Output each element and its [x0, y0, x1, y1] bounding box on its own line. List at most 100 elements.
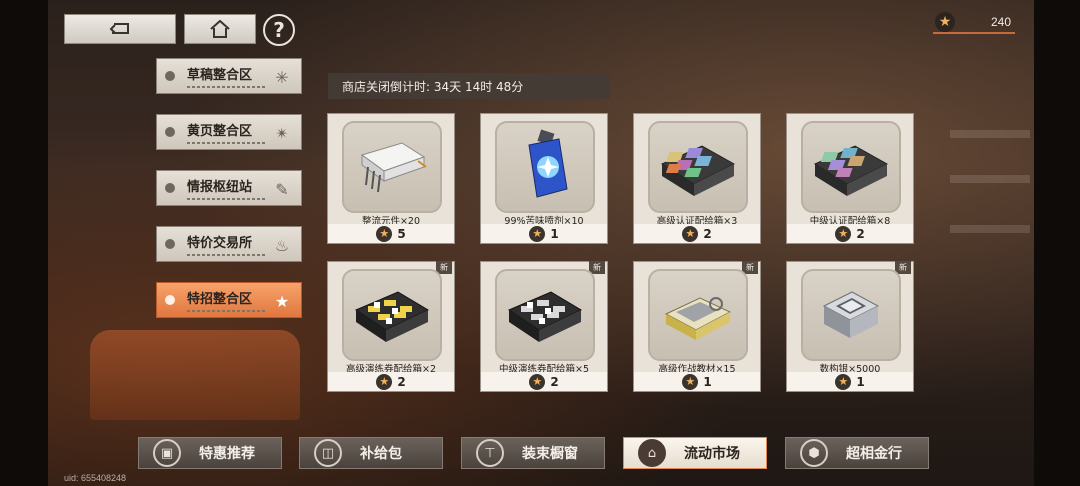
question-icon: ? — [273, 18, 285, 42]
shop-item-card[interactable]: 中级认证配给箱×8 ★ 2 — [786, 113, 914, 244]
home-icon — [210, 19, 230, 38]
shop-item-card[interactable]: 新 高级演练券配给箱×2 ★ 2 — [327, 261, 455, 392]
ticket-box-icon — [354, 291, 430, 342]
bag-icon: ◫ — [314, 439, 342, 467]
silver-ingot-icon — [822, 291, 880, 338]
item-image — [495, 121, 595, 213]
certification-box-icon — [813, 145, 889, 196]
ticket-box-icon — [507, 291, 583, 342]
item-image — [648, 121, 748, 213]
tab-decoration — [187, 310, 265, 312]
price-value: 2 — [703, 226, 712, 241]
pot-icon: ♨ — [274, 235, 290, 255]
tab-marker — [165, 239, 175, 249]
side-tab-recruit[interactable]: 特招整合区 ★ — [156, 282, 302, 318]
gift-box-icon: ▣ — [153, 439, 181, 467]
item-image — [801, 121, 901, 213]
shop-item-card[interactable]: 整流元件×20 ★ 5 — [327, 113, 455, 244]
edit-icon: ✎ — [275, 179, 289, 199]
spray-can-icon — [528, 129, 568, 198]
back-arrow-icon — [109, 23, 129, 34]
nav-phase-gold[interactable]: ⬢ 超相金行 — [785, 437, 929, 469]
sparkle-icon: ✳ — [275, 67, 289, 87]
item-image — [801, 269, 901, 361]
price-value: 2 — [550, 374, 559, 389]
side-tab-special-exchange[interactable]: 特价交易所 ♨ — [156, 226, 302, 262]
currency-amount: 240 — [990, 15, 1011, 29]
certification-box-icon — [660, 145, 736, 196]
background-shelf — [950, 225, 1030, 233]
combat-manual-icon — [664, 297, 732, 340]
item-price: ★ 1 — [481, 224, 607, 243]
shirt-icon: ⊤ — [476, 439, 504, 467]
background-shelf — [950, 175, 1030, 183]
star-token-icon: ★ — [835, 373, 852, 390]
item-price: ★ 2 — [787, 224, 913, 243]
price-value: 5 — [397, 226, 406, 241]
item-image — [342, 269, 442, 361]
background-sofa — [90, 330, 300, 420]
side-tab-draft[interactable]: 草稿整合区 ✳ — [156, 58, 302, 94]
tab-marker — [165, 295, 175, 305]
shop-item-card[interactable]: 新 数构银×5000 ★ 1 — [786, 261, 914, 392]
shop-item-card[interactable]: 高级认证配给箱×3 ★ 2 — [633, 113, 761, 244]
background-right-frame — [1034, 0, 1080, 486]
nav-label: 装束橱窗 — [522, 446, 578, 462]
star-token-icon: ★ — [682, 225, 699, 242]
tab-decoration — [187, 86, 265, 88]
shop-item-card[interactable]: 新 中级演练券配给箱×5 ★ 2 — [480, 261, 608, 392]
compass-star-icon: ✴ — [275, 123, 289, 143]
star-token-icon: ★ — [682, 373, 699, 390]
tab-decoration — [187, 142, 265, 144]
tab-decoration — [187, 254, 265, 256]
market-stall-icon: ⌂ — [638, 439, 666, 467]
star-token-icon: ★ — [376, 373, 393, 390]
star-token-icon: ★ — [529, 373, 546, 390]
item-price: ★ 2 — [481, 372, 607, 391]
star-token-icon: ★ — [935, 12, 955, 32]
star-token-icon: ★ — [376, 225, 393, 242]
item-price: ★ 5 — [328, 224, 454, 243]
nav-special-offers[interactable]: ▣ 特惠推荐 — [138, 437, 282, 469]
item-image — [648, 269, 748, 361]
tab-marker — [165, 183, 175, 193]
item-price: ★ 2 — [634, 224, 760, 243]
home-button[interactable] — [184, 14, 256, 44]
star-token-icon: ★ — [529, 225, 546, 242]
nav-outfit-window[interactable]: ⊤ 装束橱窗 — [461, 437, 605, 469]
nav-label: 超相金行 — [846, 446, 902, 462]
item-price: ★ 1 — [787, 372, 913, 391]
item-price: ★ 2 — [328, 372, 454, 391]
nav-label: 流动市场 — [684, 446, 740, 462]
star-token-icon: ★ — [835, 225, 852, 242]
price-value: 1 — [550, 226, 559, 241]
background-left-frame — [0, 0, 48, 486]
currency-display: ★ 240 — [933, 12, 1015, 34]
cube-icon: ⬢ — [800, 439, 828, 467]
shop-item-card[interactable]: 99%苦味喷剂×10 ★ 1 — [480, 113, 608, 244]
nav-label: 特惠推荐 — [199, 446, 255, 462]
nav-supply-pack[interactable]: ◫ 补给包 — [299, 437, 443, 469]
price-value: 2 — [856, 226, 865, 241]
background-shelf — [950, 130, 1030, 138]
tab-decoration — [187, 198, 265, 200]
side-tab-intel-hub[interactable]: 情报枢纽站 ✎ — [156, 170, 302, 206]
item-image — [342, 121, 442, 213]
user-id: uid: 655408248 — [64, 473, 127, 483]
shop-countdown: 商店关闭倒计时: 34天 14时 48分 — [328, 73, 610, 99]
shop-item-card[interactable]: 新 高级作战教材×15 ★ 1 — [633, 261, 761, 392]
price-value: 1 — [856, 374, 865, 389]
tab-marker — [165, 127, 175, 137]
back-button[interactable] — [64, 14, 176, 44]
price-value: 2 — [397, 374, 406, 389]
nav-mobile-market[interactable]: ⌂ 流动市场 — [623, 437, 767, 469]
item-image — [495, 269, 595, 361]
side-tab-yellow-pages[interactable]: 黄页整合区 ✴ — [156, 114, 302, 150]
rectifier-icon — [360, 142, 427, 193]
star-icon: ★ — [274, 291, 290, 311]
nav-label: 补给包 — [360, 446, 402, 462]
item-price: ★ 1 — [634, 372, 760, 391]
price-value: 1 — [703, 374, 712, 389]
tab-marker — [165, 71, 175, 81]
help-button[interactable]: ? — [263, 14, 295, 46]
